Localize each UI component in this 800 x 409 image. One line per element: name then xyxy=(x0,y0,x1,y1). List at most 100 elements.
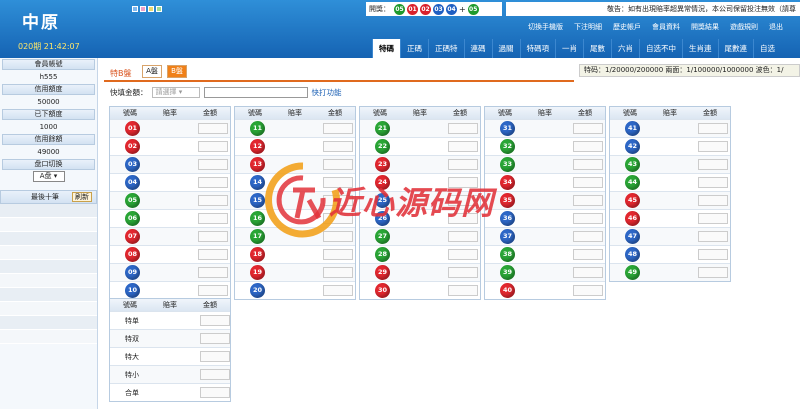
draw-ball: 04 xyxy=(446,3,457,15)
game-tab[interactable]: 尾數 xyxy=(583,39,611,58)
number-ball: 18 xyxy=(250,247,265,262)
theme-square[interactable] xyxy=(132,6,138,12)
header-link[interactable]: 下注明細 xyxy=(574,22,602,32)
header-num: 號碼 xyxy=(623,109,637,117)
amount-input[interactable] xyxy=(573,267,603,278)
game-tab[interactable]: 自选 xyxy=(753,39,781,58)
special-label: 特双 xyxy=(125,334,139,343)
amount-input[interactable] xyxy=(198,267,228,278)
panel-switch-select[interactable]: A盘 ▾ xyxy=(32,171,65,182)
amount-input[interactable] xyxy=(198,213,228,224)
number-ball: 08 xyxy=(125,247,140,262)
header-link[interactable]: 開獎結果 xyxy=(691,22,719,32)
game-tab[interactable]: 特碼項 xyxy=(519,39,556,58)
amount-input[interactable] xyxy=(198,177,228,188)
game-tab[interactable]: 正碼特 xyxy=(428,39,464,58)
header-num: 號碼 xyxy=(123,109,137,117)
number-ball: 31 xyxy=(500,121,515,136)
table-row: 特单 xyxy=(110,311,230,329)
table-header: 號碼 賠率 金額 xyxy=(110,107,230,119)
amount-input[interactable] xyxy=(698,159,728,170)
amount-input[interactable] xyxy=(198,123,228,134)
amount-input[interactable] xyxy=(573,231,603,242)
panel-b-button[interactable]: B盤 xyxy=(167,65,187,78)
amount-input[interactable] xyxy=(573,285,603,296)
list-item xyxy=(0,232,97,246)
game-tab[interactable]: 連碼 xyxy=(463,39,492,58)
amount-input[interactable] xyxy=(448,141,478,152)
list-item xyxy=(0,274,97,288)
draw-ball: 01 xyxy=(407,3,418,15)
sidebar: 會員帳號 h555 信用額度 50000 已下額度 1000 信用餘額 49000 盘口切换 … xyxy=(0,58,98,409)
list-item xyxy=(0,316,97,330)
amount-input[interactable] xyxy=(698,213,728,224)
header-link[interactable]: 會員資料 xyxy=(652,22,680,32)
game-tab[interactable]: 一肖 xyxy=(555,39,583,58)
amount-input[interactable] xyxy=(323,123,353,134)
amount-input[interactable] xyxy=(448,267,478,278)
game-tab[interactable]: 過關 xyxy=(491,39,520,58)
table-row: 28 xyxy=(360,245,480,263)
amount-input[interactable] xyxy=(198,249,228,260)
amount-input[interactable] xyxy=(200,369,230,380)
amount-input[interactable] xyxy=(323,249,353,260)
amount-input[interactable] xyxy=(573,195,603,206)
amount-input[interactable] xyxy=(198,231,228,242)
header-link[interactable]: 切換手機版 xyxy=(528,22,563,32)
amount-input[interactable] xyxy=(698,177,728,188)
amount-input[interactable] xyxy=(698,195,728,206)
field-value: 49000 xyxy=(37,148,60,156)
amount-input[interactable] xyxy=(573,159,603,170)
header-link[interactable]: 歷史帳戶 xyxy=(613,22,641,32)
table-row: 12 xyxy=(235,137,355,155)
game-tab[interactable]: 六肖 xyxy=(611,39,639,58)
special-label: 特小 xyxy=(125,370,139,379)
amount-input[interactable] xyxy=(200,351,230,362)
game-tab[interactable]: 特碼 xyxy=(372,39,400,58)
amount-input[interactable] xyxy=(200,333,230,344)
issue-time: 020期 21:42:07 xyxy=(18,42,80,51)
header-link[interactable]: 退出 xyxy=(769,22,783,32)
amount-input[interactable] xyxy=(200,315,230,326)
amount-input[interactable] xyxy=(448,123,478,134)
panel-a-button[interactable]: A盤 xyxy=(142,65,162,78)
quick-fill-select[interactable]: 請選擇 ▾ xyxy=(151,87,200,98)
game-tab[interactable]: 尾數連 xyxy=(717,39,754,58)
amount-input[interactable] xyxy=(698,267,728,278)
header-num: 號碼 xyxy=(498,109,512,117)
header-link[interactable]: 遊戲規則 xyxy=(730,22,758,32)
theme-square[interactable] xyxy=(148,6,154,12)
amount-input[interactable] xyxy=(448,249,478,260)
draw-result-bar: 開獎： 05 01 02 03 04 +05 xyxy=(366,2,502,16)
amount-input[interactable] xyxy=(698,249,728,260)
game-tab[interactable]: 自选不中 xyxy=(639,39,682,58)
site-logo: 中原 xyxy=(22,13,60,33)
amount-input[interactable] xyxy=(200,387,230,398)
amount-input[interactable] xyxy=(198,195,228,206)
amount-input[interactable] xyxy=(573,177,603,188)
quick-fill-input[interactable] xyxy=(203,87,308,98)
amount-input[interactable] xyxy=(573,123,603,134)
quick-bet-link[interactable]: 快打功能 xyxy=(312,87,342,98)
amount-input[interactable] xyxy=(198,285,228,296)
refresh-button[interactable]: 刷新 xyxy=(72,192,92,202)
amount-input[interactable] xyxy=(198,159,228,170)
amount-input[interactable] xyxy=(573,213,603,224)
amount-input[interactable] xyxy=(323,285,353,296)
amount-input[interactable] xyxy=(698,231,728,242)
theme-square[interactable] xyxy=(140,6,146,12)
number-column: 號碼 賠率 金額 01 02 03 04 05 06 07 08 09 10 xyxy=(109,106,231,300)
amount-input[interactable] xyxy=(573,249,603,260)
theme-square[interactable] xyxy=(156,6,162,12)
game-tab[interactable]: 生肖連 xyxy=(682,39,718,58)
amount-input[interactable] xyxy=(198,141,228,152)
amount-input[interactable] xyxy=(573,141,603,152)
amount-input[interactable] xyxy=(448,285,478,296)
amount-input[interactable] xyxy=(698,123,728,134)
amount-input[interactable] xyxy=(323,267,353,278)
amount-input[interactable] xyxy=(323,141,353,152)
amount-input[interactable] xyxy=(698,141,728,152)
quick-fill-select-placeholder: 請選擇 xyxy=(155,88,177,96)
table-row: 22 xyxy=(360,137,480,155)
game-tab[interactable]: 正碼 xyxy=(400,39,428,58)
